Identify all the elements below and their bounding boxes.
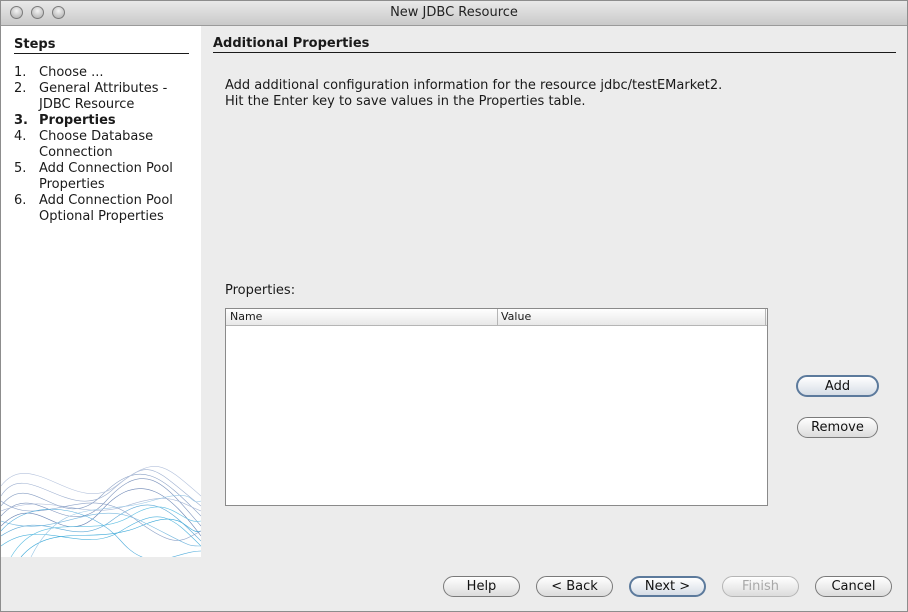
step-number: 5. (14, 161, 27, 176)
title-bar: New JDBC Resource (1, 1, 907, 26)
description-line-1: Add additional configuration information… (225, 78, 723, 93)
step-number: 4. (14, 129, 27, 144)
step-label: Choose Database Connection (39, 129, 154, 160)
remove-property-button[interactable]: Remove (797, 417, 878, 438)
column-header-name[interactable]: Name (230, 310, 262, 323)
step-number: 3. (14, 113, 28, 128)
step-number: 2. (14, 81, 27, 96)
step-number: 1. (14, 65, 27, 80)
decorative-waves-graphic (1, 466, 201, 557)
column-divider (765, 309, 766, 325)
step-label: General Attributes - JDBC Resource (39, 81, 168, 112)
properties-label: Properties: (225, 283, 296, 298)
section-heading: Additional Properties (213, 36, 896, 53)
new-jdbc-resource-dialog: New JDBC Resource Steps 1. Choose ... 2.… (0, 0, 908, 612)
properties-table[interactable]: Name Value (225, 308, 768, 506)
description-line-2: Hit the Enter key to save values in the … (225, 94, 586, 109)
back-button[interactable]: < Back (536, 576, 613, 597)
cancel-button[interactable]: Cancel (815, 576, 892, 597)
table-header: Name Value (226, 309, 767, 326)
add-property-button[interactable]: Add (796, 375, 879, 397)
steps-heading: Steps (14, 37, 189, 54)
step-label: Add Connection Pool Properties (39, 161, 173, 192)
step-label: Choose ... (39, 65, 104, 80)
step-label: Add Connection Pool Optional Properties (39, 193, 173, 224)
next-button[interactable]: Next > (629, 576, 706, 597)
step-label: Properties (39, 113, 116, 128)
column-divider[interactable] (497, 309, 498, 325)
step-number: 6. (14, 193, 27, 208)
steps-panel: Steps 1. Choose ... 2. General Attribute… (1, 26, 201, 557)
column-header-value[interactable]: Value (501, 310, 531, 323)
help-button[interactable]: Help (443, 576, 520, 597)
window-title: New JDBC Resource (390, 5, 518, 20)
finish-button: Finish (722, 576, 799, 597)
